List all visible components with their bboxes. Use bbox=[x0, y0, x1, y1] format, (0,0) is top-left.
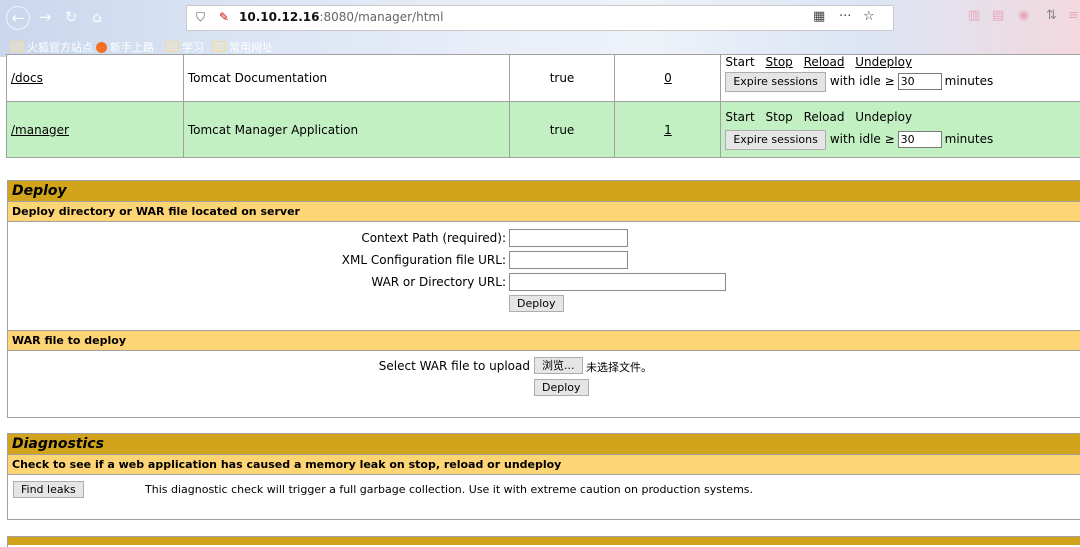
reload-link[interactable]: Reload bbox=[804, 56, 845, 68]
manager-page: /docs Tomcat Documentation true 0 Start … bbox=[0, 57, 1080, 542]
diagnostics-description: This diagnostic check will trigger a ful… bbox=[145, 483, 753, 496]
app-path-link[interactable]: /manager bbox=[11, 123, 69, 137]
diagnostics-form: Find leaks This diagnostic check will tr… bbox=[8, 474, 1080, 519]
app-command-links: Start Stop Reload Undeploy bbox=[725, 56, 1080, 68]
app-display-name: Tomcat Documentation bbox=[183, 55, 509, 102]
war-dir-input[interactable] bbox=[509, 273, 726, 291]
shield-icon[interactable]: ⛉ bbox=[196, 10, 205, 25]
app-sessions-link[interactable]: 1 bbox=[664, 123, 672, 137]
app-sessions-cell: 0 bbox=[615, 55, 721, 102]
more-actions-icon[interactable]: ··· bbox=[839, 9, 851, 24]
home-icon[interactable]: ⌂ bbox=[86, 6, 108, 28]
app-path-cell: /manager bbox=[7, 102, 184, 158]
folder-icon bbox=[212, 41, 226, 52]
app-running-status: true bbox=[509, 102, 615, 158]
table-row: /manager Tomcat Manager Application true… bbox=[7, 102, 1080, 158]
expire-sessions-button[interactable]: Expire sessions bbox=[725, 130, 826, 150]
deploy-server-form: Context Path (required): XML Configurati… bbox=[8, 221, 1080, 330]
sidebar-icon[interactable]: ▤ bbox=[992, 8, 1004, 23]
forward-icon[interactable]: → bbox=[34, 6, 56, 28]
table-row: /docs Tomcat Documentation true 0 Start … bbox=[7, 55, 1080, 102]
idle-prefix: with idle ≥ bbox=[830, 74, 895, 88]
bookmark-study[interactable]: 学习 bbox=[165, 39, 204, 55]
bookmark-label: 火狐官方站点 bbox=[27, 41, 93, 54]
diagnostics-panel: Diagnostics Check to see if a web applic… bbox=[7, 433, 1080, 520]
deploy-server-section-title: Deploy directory or WAR file located on … bbox=[8, 201, 1080, 221]
app-commands-cell: Start Stop Reload Undeploy Expire sessio… bbox=[721, 55, 1080, 102]
start-command: Start bbox=[725, 56, 754, 68]
bookmarks-toolbar: 火狐官方站点 新手上路 学习 常用网址 bbox=[0, 35, 1080, 55]
expire-sessions-form: Expire sessions with idle ≥30minutes bbox=[725, 72, 1080, 92]
deploy-panel: Deploy Deploy directory or WAR file loca… bbox=[7, 180, 1080, 418]
undeploy-link[interactable]: Undeploy bbox=[855, 56, 912, 68]
app-running-status: true bbox=[509, 55, 615, 102]
qr-code-icon[interactable]: ▦ bbox=[813, 9, 825, 24]
war-upload-form: Select WAR file to upload 浏览... 未选择文件。 D… bbox=[8, 350, 1080, 415]
deploy-upload-button[interactable]: Deploy bbox=[534, 379, 589, 396]
reload-command: Reload bbox=[804, 110, 845, 124]
expire-sessions-form: Expire sessions with idle ≥30minutes bbox=[725, 130, 1080, 150]
app-sessions-link[interactable]: 0 bbox=[664, 71, 672, 85]
app-commands-cell: Start Stop Reload Undeploy Expire sessio… bbox=[721, 102, 1080, 158]
xml-config-label: XML Configuration file URL: bbox=[342, 253, 506, 267]
idle-suffix: minutes bbox=[945, 132, 994, 146]
folder-icon bbox=[10, 41, 24, 52]
deploy-title: Deploy bbox=[8, 181, 1080, 201]
address-bar[interactable]: ⛉ ✎ 10.10.12.16:8080/manager/html ▦ ··· … bbox=[186, 5, 894, 31]
folder-icon bbox=[165, 41, 179, 52]
stop-link[interactable]: Stop bbox=[766, 56, 793, 68]
bookmark-star-icon[interactable]: ☆ bbox=[863, 9, 875, 24]
reload-icon[interactable]: ↻ bbox=[60, 6, 82, 28]
bookmark-firefox-official[interactable]: 火狐官方站点 bbox=[10, 39, 93, 55]
deploy-server-button[interactable]: Deploy bbox=[509, 295, 564, 312]
app-path-link[interactable]: /docs bbox=[11, 71, 43, 85]
select-war-label: Select WAR file to upload bbox=[379, 359, 530, 373]
next-panel-header bbox=[8, 537, 1080, 545]
idle-suffix: minutes bbox=[945, 74, 994, 88]
war-upload-section-title: WAR file to deploy bbox=[8, 330, 1080, 350]
idle-prefix: with idle ≥ bbox=[830, 132, 895, 146]
extension-icon[interactable]: ⇅ bbox=[1046, 8, 1057, 23]
find-leaks-button[interactable]: Find leaks bbox=[13, 481, 84, 498]
applications-table: /docs Tomcat Documentation true 0 Start … bbox=[6, 54, 1080, 158]
context-path-input[interactable] bbox=[509, 229, 628, 247]
app-display-name: Tomcat Manager Application bbox=[183, 102, 509, 158]
bookmark-getting-started[interactable]: 新手上路 bbox=[96, 39, 154, 55]
start-command: Start bbox=[725, 110, 754, 124]
firefox-icon bbox=[96, 42, 107, 53]
account-icon[interactable]: ◉ bbox=[1018, 8, 1029, 23]
diagnostics-section-title: Check to see if a web application has ca… bbox=[8, 454, 1080, 474]
browse-button[interactable]: 浏览... bbox=[534, 357, 583, 374]
expire-sessions-button[interactable]: Expire sessions bbox=[725, 72, 826, 92]
url-text[interactable]: 10.10.12.16:8080/manager/html bbox=[239, 10, 443, 24]
menu-icon[interactable]: ≡ bbox=[1068, 8, 1079, 23]
library-icon[interactable]: ▥ bbox=[968, 8, 980, 23]
idle-minutes-input[interactable]: 30 bbox=[898, 131, 942, 148]
idle-minutes-input[interactable]: 30 bbox=[898, 73, 942, 90]
stop-command: Stop bbox=[766, 110, 793, 124]
diagnostics-title: Diagnostics bbox=[8, 434, 1080, 454]
insecure-lock-icon[interactable]: ✎ bbox=[219, 10, 229, 24]
url-host: 10.10.12.16 bbox=[239, 10, 319, 24]
app-sessions-cell: 1 bbox=[615, 102, 721, 158]
context-path-label: Context Path (required): bbox=[361, 231, 506, 245]
bookmark-common-sites[interactable]: 常用网址 bbox=[212, 39, 273, 55]
bookmark-label: 常用网址 bbox=[229, 41, 273, 54]
app-path-cell: /docs bbox=[7, 55, 184, 102]
browser-chrome: ← → ↻ ⌂ ⛉ ✎ 10.10.12.16:8080/manager/htm… bbox=[0, 0, 1080, 57]
xml-config-input[interactable] bbox=[509, 251, 628, 269]
war-dir-label: WAR or Directory URL: bbox=[371, 275, 506, 289]
no-file-selected: 未选择文件。 bbox=[586, 359, 652, 375]
url-rest: :8080/manager/html bbox=[319, 10, 443, 24]
bookmark-label: 学习 bbox=[182, 41, 204, 54]
app-command-links: Start Stop Reload Undeploy bbox=[725, 109, 1080, 125]
bookmark-label: 新手上路 bbox=[110, 41, 154, 54]
back-icon[interactable]: ← bbox=[6, 6, 30, 30]
undeploy-command: Undeploy bbox=[855, 110, 912, 124]
